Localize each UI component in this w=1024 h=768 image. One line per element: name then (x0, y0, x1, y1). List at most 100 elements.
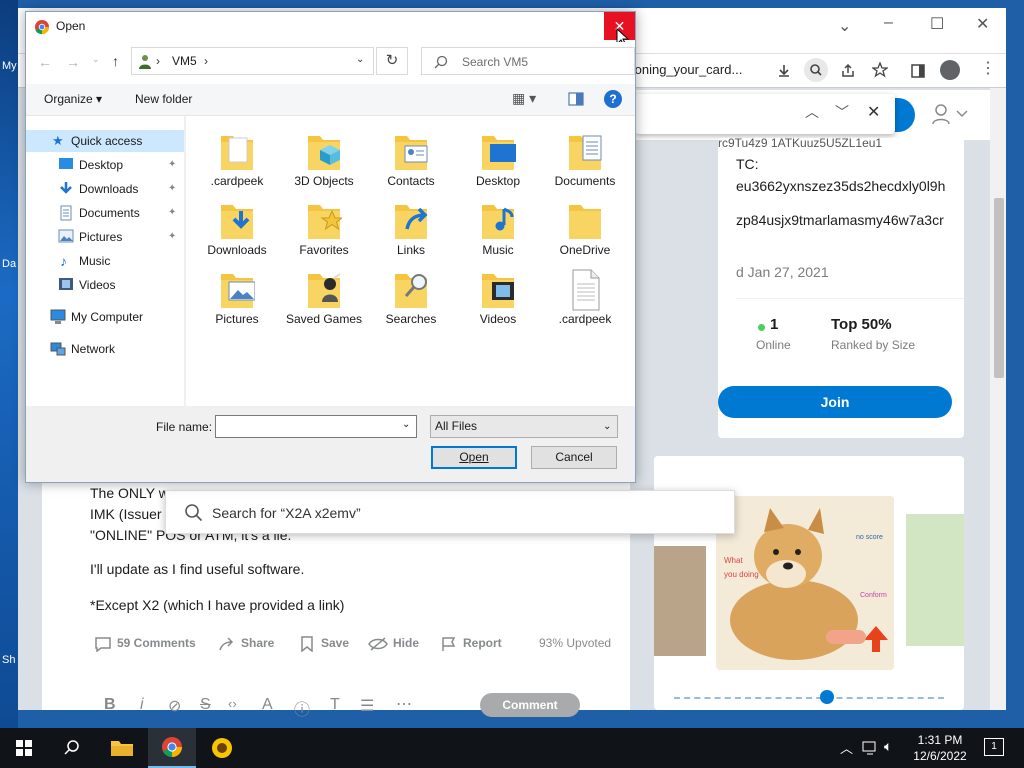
file-item[interactable]: Pictures (196, 268, 278, 334)
superscript-icon[interactable]: A (262, 696, 273, 714)
spoiler-icon[interactable]: ⓘ (294, 696, 310, 720)
file-name-dropdown-icon[interactable]: ⌄ (402, 419, 410, 430)
file-item[interactable]: 3D Objects (283, 130, 365, 196)
file-item[interactable]: OneDrive (544, 199, 626, 265)
taskbar-chrome[interactable] (148, 728, 196, 768)
file-item[interactable]: Desktop (457, 130, 539, 196)
file-item[interactable]: Saved Games (283, 268, 365, 334)
bookmark-star-icon[interactable] (872, 62, 888, 78)
heading-icon[interactable]: T (330, 696, 340, 714)
carousel-next-image[interactable] (906, 514, 964, 646)
join-button[interactable]: Join (718, 386, 952, 418)
file-item[interactable]: .cardpeek (196, 130, 278, 196)
file-item[interactable]: Music (457, 199, 539, 265)
file-item-label: Videos (479, 312, 517, 326)
code-icon[interactable]: ‹› (228, 696, 237, 711)
refresh-button[interactable]: ↻ (376, 47, 408, 75)
forward-arrow-icon[interactable]: → (66, 54, 80, 70)
save-button[interactable]: Save (298, 636, 349, 652)
nav-item-label: Pictures (79, 230, 123, 244)
comments-button[interactable]: 59 Comments (94, 636, 196, 652)
reddit-search-suggestion[interactable]: Search for “X2A x2emv” (165, 490, 735, 534)
nav-item-documents[interactable]: Documents ✦ (26, 202, 184, 224)
comment-submit-button[interactable]: Comment (480, 693, 580, 717)
volume-icon[interactable]: 🔈︎ (884, 738, 892, 755)
nav-item-desktop[interactable]: Desktop ✦ (26, 154, 184, 176)
back-arrow-icon[interactable]: ← (38, 54, 52, 70)
side-panel-icon[interactable] (910, 63, 926, 79)
find-prev-icon[interactable]: ︿ (805, 102, 819, 122)
show-hidden-icons[interactable]: ︿ (840, 738, 853, 757)
save-label: Save (321, 636, 350, 651)
find-next-icon[interactable]: ﹀ (835, 102, 849, 122)
open-button-label: Open (459, 450, 489, 464)
network-status-icon[interactable] (862, 740, 880, 756)
strike-icon[interactable]: S (200, 696, 211, 714)
report-button[interactable]: Report (440, 636, 502, 652)
file-name-input[interactable]: ⌄ (215, 415, 417, 438)
nav-my-computer[interactable]: My Computer (26, 306, 184, 328)
browser-close-button[interactable]: ✕ (976, 14, 989, 34)
carousel-dot[interactable] (820, 690, 834, 704)
nav-item-pictures[interactable]: Pictures ✦ (26, 226, 184, 248)
tab-search-icon[interactable]: ⌄ (838, 16, 851, 36)
find-close-icon[interactable]: ✕ (867, 102, 880, 122)
profile-avatar[interactable] (940, 60, 960, 80)
carousel-prev-image[interactable] (654, 546, 706, 656)
page-scrollbar[interactable] (990, 88, 1006, 710)
help-icon[interactable]: ? (604, 90, 622, 108)
url-text[interactable]: _cloning_your_card... (618, 62, 742, 77)
file-item[interactable]: Contacts (370, 130, 452, 196)
bold-icon[interactable]: B (104, 696, 116, 714)
hide-label: Hide (393, 636, 420, 651)
file-item[interactable]: Favorites (283, 199, 365, 265)
nav-quick-access[interactable]: ★ Quick access (26, 130, 184, 152)
nav-item-downloads[interactable]: Downloads ✦ (26, 178, 184, 200)
taskbar-search-button[interactable] (48, 728, 96, 768)
file-item[interactable]: Downloads (196, 199, 278, 265)
notification-center-icon[interactable]: 1 (984, 738, 1004, 756)
nav-network[interactable]: Network (26, 338, 184, 360)
share-icon[interactable] (840, 63, 856, 79)
page-scrollbar-thumb[interactable] (994, 198, 1004, 378)
lens-button[interactable] (804, 58, 828, 82)
cancel-button[interactable]: Cancel (531, 446, 617, 469)
lens-icon (810, 64, 822, 76)
start-button[interactable] (0, 728, 48, 768)
file-item[interactable]: .cardpeek (544, 268, 626, 334)
new-folder-button[interactable]: New folder (135, 92, 192, 106)
link-icon[interactable]: ⊘ (168, 696, 181, 716)
more-icon[interactable]: ⋯ (396, 694, 412, 714)
nav-item-music[interactable]: ♪ Music (26, 250, 184, 272)
maximize-button[interactable]: ☐ (930, 14, 944, 34)
open-button[interactable]: Open (431, 446, 517, 469)
doge-meme-image[interactable]: What you doing no score Conform (716, 496, 894, 670)
download-icon[interactable] (776, 63, 792, 79)
taskbar-sunflower-app[interactable] (198, 728, 246, 768)
up-arrow-icon[interactable]: ↑ (112, 53, 119, 69)
italic-icon[interactable]: i (140, 696, 144, 714)
file-type-select[interactable]: All Files ⌄ (430, 415, 618, 438)
dialog-search-input[interactable]: Search VM5 (421, 47, 635, 75)
file-item[interactable]: Links (370, 199, 452, 265)
preview-pane-icon[interactable] (568, 92, 584, 106)
recent-locations-icon[interactable]: ⌄ (92, 54, 100, 65)
breadcrumb-vm5[interactable]: VM5 (172, 54, 197, 68)
taskbar-file-explorer[interactable] (98, 728, 146, 768)
address-dropdown-icon[interactable]: ⌄ (356, 54, 364, 65)
file-item[interactable]: Videos (457, 268, 539, 334)
sidecard-line3: zp84usjx9tmarlamasmy46w7a3cr (736, 212, 944, 228)
dialog-address-bar[interactable]: › VM5 › ⌄ (131, 47, 374, 75)
system-clock[interactable]: 1:31 PM 12/6/2022 (896, 732, 984, 764)
list-icon[interactable]: ☰ (360, 696, 374, 716)
browser-menu-icon[interactable]: ⋮ (980, 58, 996, 78)
nav-item-videos[interactable]: Videos (26, 274, 184, 296)
organize-menu[interactable]: Organize ▾ (44, 92, 102, 106)
user-menu-icon[interactable] (931, 102, 971, 126)
share-button[interactable]: Share (218, 636, 274, 652)
view-options-icon[interactable]: ▦ ▾ (512, 90, 536, 107)
file-item[interactable]: Documents (544, 130, 626, 196)
hide-button[interactable]: Hide (368, 636, 419, 652)
file-item[interactable]: Searches (370, 268, 452, 334)
minimize-button[interactable]: – (884, 14, 893, 32)
